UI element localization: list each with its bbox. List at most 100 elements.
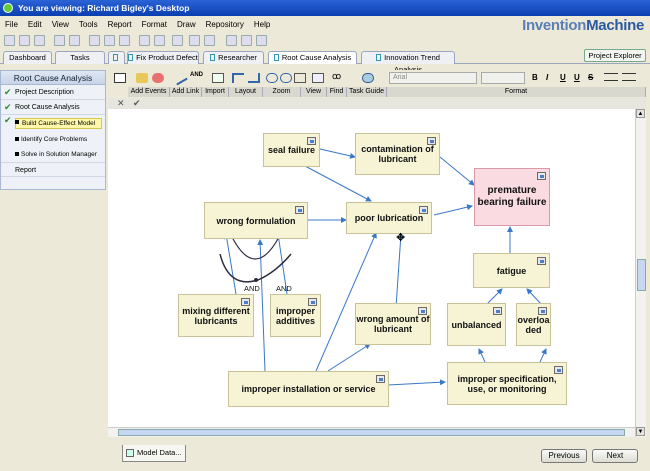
task-root-cause-analysis[interactable]: ✔ Root Cause Analysis bbox=[1, 100, 105, 115]
menu-tools[interactable]: Tools bbox=[74, 17, 103, 33]
task-project-description[interactable]: ✔ Project Description bbox=[1, 85, 105, 100]
and-icon[interactable]: AND bbox=[190, 72, 203, 82]
node-overloaded[interactable]: overloaded bbox=[516, 303, 551, 346]
strikethrough-button[interactable]: S bbox=[588, 73, 593, 82]
new-icon[interactable] bbox=[4, 35, 15, 46]
window-icon[interactable] bbox=[226, 35, 237, 46]
web-icon[interactable] bbox=[204, 35, 215, 46]
node-improper-installation-or-service[interactable]: improper installation or service bbox=[228, 371, 389, 407]
tab-tasks[interactable]: Tasks bbox=[55, 51, 105, 64]
layout-vertical-icon[interactable] bbox=[248, 73, 260, 83]
pointer-icon[interactable] bbox=[114, 73, 126, 83]
align-center-icon[interactable] bbox=[622, 73, 636, 81]
menu-help[interactable]: Help bbox=[249, 17, 275, 33]
node-wrong-formulation[interactable]: wrong formulation bbox=[204, 202, 308, 239]
node-poor-lubrication[interactable]: poor lubrication bbox=[346, 202, 432, 234]
scroll-up-icon[interactable]: ▲ bbox=[636, 109, 645, 118]
paste-icon[interactable] bbox=[119, 35, 130, 46]
node-options-icon[interactable] bbox=[554, 366, 563, 374]
zoom-out-icon[interactable] bbox=[280, 73, 292, 83]
task-guide-icon[interactable] bbox=[362, 73, 374, 83]
project-explorer-button[interactable]: Project Explorer bbox=[584, 49, 646, 62]
tab-innovation-trend-analysis[interactable]: Innovation Trend Analysis bbox=[361, 51, 455, 74]
horizontal-scrollbar[interactable] bbox=[108, 427, 635, 437]
tile-icon[interactable] bbox=[241, 35, 252, 46]
node-options-icon[interactable] bbox=[295, 206, 304, 214]
node-unbalanced[interactable]: unbalanced bbox=[447, 303, 506, 346]
task-identify-core-problems[interactable]: Identify Core Problems bbox=[1, 132, 105, 147]
menu-view[interactable]: View bbox=[47, 17, 74, 33]
redo-icon[interactable] bbox=[69, 35, 80, 46]
cut-icon[interactable] bbox=[89, 35, 100, 46]
italic-button[interactable]: I bbox=[546, 73, 548, 82]
node-premature-bearing-failure[interactable]: premature bearing failure bbox=[474, 168, 550, 226]
node-options-icon[interactable] bbox=[537, 257, 546, 265]
node-improper-additives[interactable]: improper additives bbox=[270, 294, 321, 337]
print-icon[interactable] bbox=[139, 35, 150, 46]
open-icon[interactable] bbox=[19, 35, 30, 46]
node-options-icon[interactable] bbox=[308, 298, 317, 306]
node-options-icon[interactable] bbox=[537, 172, 546, 180]
find-binoculars-icon[interactable]: ꝏ bbox=[332, 71, 344, 81]
node-contamination-of-lubricant[interactable]: contamination of lubricant bbox=[355, 133, 440, 175]
menu-repository[interactable]: Repository bbox=[201, 17, 249, 33]
layout-icon[interactable] bbox=[232, 73, 244, 83]
save-icon[interactable] bbox=[34, 35, 45, 46]
add-event-icon[interactable] bbox=[136, 73, 148, 83]
underline-button[interactable]: U bbox=[560, 73, 566, 82]
preview-icon[interactable] bbox=[154, 35, 165, 46]
vertical-scroll-thumb[interactable] bbox=[637, 259, 646, 291]
font-size-select[interactable] bbox=[481, 72, 525, 84]
menu-edit[interactable]: Edit bbox=[23, 17, 47, 33]
import-icon[interactable] bbox=[212, 73, 224, 83]
scroll-down-icon[interactable]: ▼ bbox=[636, 427, 645, 436]
diagram-canvas[interactable]: seal failure contamination of lubricant … bbox=[108, 109, 635, 437]
tab-fix-product-defect[interactable]: Fix Product Defect bbox=[127, 51, 199, 64]
task-solve-in-solution-manager[interactable]: Solve in Solution Manager bbox=[1, 147, 105, 162]
cascade-icon[interactable] bbox=[256, 35, 267, 46]
node-improper-specification[interactable]: improper specification, use, or monitori… bbox=[447, 362, 567, 405]
zoom-in-icon[interactable] bbox=[266, 73, 278, 83]
node-fatigue[interactable]: fatigue bbox=[473, 253, 550, 288]
node-options-icon[interactable] bbox=[538, 307, 547, 315]
next-button[interactable]: Next bbox=[592, 449, 638, 463]
task-build-cause-effect-model[interactable]: ✔ Build Cause-Effect Model bbox=[1, 115, 105, 132]
bold-button[interactable]: B bbox=[532, 73, 538, 82]
tab-researcher[interactable]: Researcher bbox=[203, 51, 264, 64]
menu-draw[interactable]: Draw bbox=[172, 17, 201, 33]
previous-button[interactable]: Previous bbox=[541, 449, 587, 463]
node-mixing-different-lubricants[interactable]: mixing different lubricants bbox=[178, 294, 254, 337]
node-wrong-amount-of-lubricant[interactable]: wrong amount of lubricant bbox=[355, 303, 431, 345]
undo-icon[interactable] bbox=[54, 35, 65, 46]
menu-report[interactable]: Report bbox=[103, 17, 137, 33]
view-icon[interactable] bbox=[312, 73, 324, 83]
node-options-icon[interactable] bbox=[493, 307, 502, 315]
task-report[interactable]: Report bbox=[1, 162, 105, 177]
node-options-icon[interactable] bbox=[419, 206, 428, 214]
node-options-icon[interactable] bbox=[418, 307, 427, 315]
vertical-scrollbar[interactable]: ▲ ▼ bbox=[635, 109, 646, 437]
node-options-icon[interactable] bbox=[376, 375, 385, 383]
cancel-x-icon[interactable]: ✕ bbox=[117, 98, 125, 109]
node-options-icon[interactable] bbox=[427, 137, 436, 145]
properties-icon[interactable] bbox=[172, 35, 183, 46]
menu-format[interactable]: Format bbox=[137, 17, 172, 33]
tab-dashboard[interactable]: Dashboard bbox=[3, 51, 52, 64]
help-icon[interactable] bbox=[189, 35, 200, 46]
node-options-icon[interactable] bbox=[241, 298, 250, 306]
tab-blank[interactable] bbox=[108, 51, 125, 64]
horizontal-scroll-thumb[interactable] bbox=[118, 429, 625, 436]
double-underline-button[interactable]: U bbox=[574, 73, 580, 82]
menu-file[interactable]: File bbox=[0, 17, 23, 33]
copy-icon[interactable] bbox=[104, 35, 115, 46]
zoom-fit-icon[interactable] bbox=[294, 73, 306, 83]
node-seal-failure[interactable]: seal failure bbox=[263, 133, 320, 167]
align-left-icon[interactable] bbox=[604, 73, 618, 81]
add-problem-icon[interactable] bbox=[152, 73, 164, 83]
tab-root-cause-analysis[interactable]: Root Cause Analysis bbox=[268, 51, 357, 64]
accept-check-icon[interactable]: ✔ bbox=[133, 98, 141, 109]
node-options-icon[interactable] bbox=[307, 137, 316, 145]
add-link-icon[interactable] bbox=[172, 70, 188, 86]
font-family-select[interactable]: Arial bbox=[389, 72, 477, 84]
model-data-tab[interactable]: Model Data... bbox=[122, 445, 186, 462]
